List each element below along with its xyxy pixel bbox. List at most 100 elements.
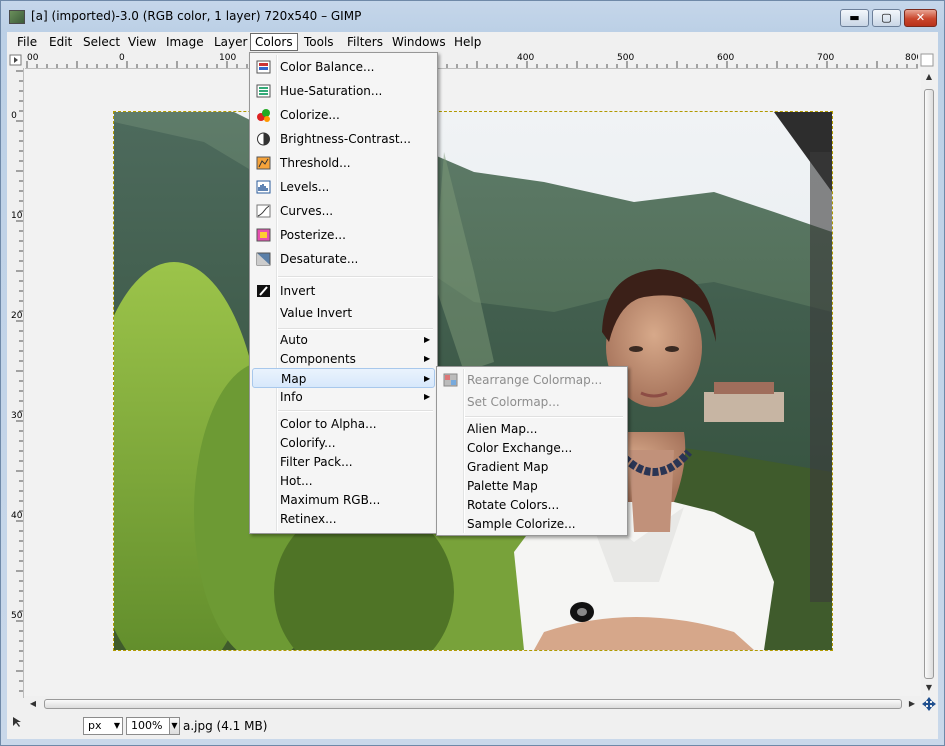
minimize-button[interactable]: ▬ <box>840 9 869 27</box>
menu-item-label: Palette Map <box>467 479 538 493</box>
menu-item-label: Gradient Map <box>467 460 549 474</box>
submenu-arrow-icon: ▶ <box>424 392 431 401</box>
menu-item-value-invert[interactable]: Value Invert <box>252 303 435 323</box>
pointer-icon[interactable] <box>11 716 23 728</box>
menu-item-components[interactable]: Components ▶ <box>252 349 435 369</box>
menu-item-invert[interactable]: Invert <box>252 281 435 301</box>
menu-item-label: Value Invert <box>280 306 353 320</box>
menu-layer[interactable]: Layer <box>210 34 251 50</box>
menu-windows[interactable]: Windows <box>388 34 450 50</box>
menu-help[interactable]: Help <box>450 34 485 50</box>
menu-image[interactable]: Image <box>162 34 208 50</box>
menu-item-color-exchange[interactable]: Color Exchange... <box>439 438 625 458</box>
menu-bar: File Edit Select View Image Layer Colors… <box>7 32 938 53</box>
window-title: [a] (imported)-3.0 (RGB color, 1 layer) … <box>31 9 362 23</box>
menu-item-alien-map[interactable]: Alien Map... <box>439 419 625 439</box>
scroll-left-arrow-icon[interactable]: ◀ <box>27 699 39 708</box>
menu-select[interactable]: Select <box>79 34 124 50</box>
menu-item-colorify[interactable]: Colorify... <box>252 433 435 453</box>
ruler-h-label: 600 <box>717 53 735 63</box>
hue-saturation-icon <box>256 84 271 98</box>
menu-item-color-to-alpha[interactable]: Color to Alpha... <box>252 414 435 434</box>
menu-view[interactable]: View <box>124 34 160 50</box>
menu-item-curves[interactable]: Curves... <box>252 201 435 221</box>
ruler-h-label: 500 <box>617 53 635 63</box>
scroll-down-arrow-icon[interactable]: ▼ <box>923 683 935 692</box>
menu-item-info[interactable]: Info ▶ <box>252 387 435 407</box>
threshold-icon <box>256 156 271 170</box>
vertical-scrollbar[interactable]: ▲ ▼ <box>921 69 937 698</box>
menu-item-map[interactable]: Map ▶ <box>252 368 435 388</box>
title-bar[interactable]: [a] (imported)-3.0 (RGB color, 1 layer) … <box>1 1 944 31</box>
ruler-v-label: 400 <box>11 511 23 521</box>
menu-item-label: Color Exchange... <box>467 441 573 455</box>
menu-item-set-colormap: Set Colormap... <box>439 392 625 412</box>
colormap-icon <box>443 373 458 387</box>
menu-item-label: Retinex... <box>280 512 337 526</box>
invert-icon <box>257 285 270 297</box>
menu-item-brightness-contrast[interactable]: Brightness-Contrast... <box>252 129 435 149</box>
menu-edit[interactable]: Edit <box>45 34 76 50</box>
menu-item-filter-pack[interactable]: Filter Pack... <box>252 452 435 472</box>
menu-item-hue-saturation[interactable]: Hue-Saturation... <box>252 81 435 101</box>
menu-file[interactable]: File <box>13 34 41 50</box>
menu-separator <box>465 416 623 418</box>
ruler-v-label: 300 <box>11 411 23 421</box>
brightness-contrast-icon <box>257 132 270 146</box>
horizontal-scroll-thumb[interactable] <box>44 699 902 709</box>
menu-item-levels[interactable]: Levels... <box>252 177 435 197</box>
menu-item-maximum-rgb[interactable]: Maximum RGB... <box>252 490 435 510</box>
status-bar: px ▼ 100% ▼ a.jpg (4.1 MB) <box>7 713 938 739</box>
menu-filters[interactable]: Filters <box>343 34 387 50</box>
menu-item-label: Components <box>280 352 356 366</box>
menu-item-sample-colorize[interactable]: Sample Colorize... <box>439 514 625 534</box>
menu-item-label: Map <box>281 372 307 386</box>
levels-icon <box>256 180 271 194</box>
menu-item-colorize[interactable]: Colorize... <box>252 105 435 125</box>
scroll-up-arrow-icon[interactable]: ▲ <box>923 72 935 81</box>
vertical-ruler[interactable]: 0 100 200 300 400 500 <box>7 68 24 698</box>
maximize-button[interactable]: ▢ <box>872 9 901 27</box>
horizontal-ruler[interactable]: 00 0 100 400 500 600 700 800 <box>25 52 918 69</box>
menu-item-label: Brightness-Contrast... <box>280 132 411 146</box>
units-combo[interactable]: px ▼ <box>83 717 123 735</box>
zoom-value[interactable]: 100% <box>131 719 162 732</box>
quick-mask-arrow-icon[interactable] <box>9 53 23 67</box>
navigation-move-icon[interactable] <box>922 697 936 711</box>
menu-item-palette-map[interactable]: Palette Map <box>439 476 625 496</box>
menu-colors[interactable]: Colors <box>250 33 298 51</box>
menu-item-gradient-map[interactable]: Gradient Map <box>439 457 625 477</box>
close-button[interactable]: ✕ <box>904 9 937 27</box>
scroll-right-arrow-icon[interactable]: ▶ <box>906 699 918 708</box>
ruler-v-label: 100 <box>11 211 23 221</box>
minimize-icon: ▬ <box>849 11 860 24</box>
ruler-h-label: 100 <box>219 53 237 63</box>
map-submenu: Rearrange Colormap... Set Colormap... Al… <box>436 366 628 536</box>
menu-item-label: Alien Map... <box>467 422 538 436</box>
menu-item-retinex[interactable]: Retinex... <box>252 509 435 529</box>
navigate-icon[interactable] <box>920 53 934 67</box>
ruler-h-label: 0 <box>119 53 125 63</box>
menu-item-hot[interactable]: Hot... <box>252 471 435 491</box>
menu-item-auto[interactable]: Auto ▶ <box>252 330 435 350</box>
colorize-icon <box>257 109 270 122</box>
menu-item-rearrange-colormap: Rearrange Colormap... <box>439 370 625 390</box>
ruler-v-label: 500 <box>11 611 23 621</box>
menu-item-label: Curves... <box>280 204 334 218</box>
menu-tools[interactable]: Tools <box>300 34 338 50</box>
menu-item-posterize[interactable]: Posterize... <box>252 225 435 245</box>
menu-item-desaturate[interactable]: Desaturate... <box>252 249 435 269</box>
menu-item-label: Auto <box>280 333 308 347</box>
horizontal-scrollbar[interactable]: ◀ ▶ <box>24 696 921 712</box>
menu-item-color-balance[interactable]: Color Balance... <box>252 57 435 77</box>
menu-item-rotate-colors[interactable]: Rotate Colors... <box>439 495 625 515</box>
menu-item-label: Threshold... <box>280 156 351 170</box>
close-icon: ✕ <box>915 11 926 24</box>
units-value: px <box>88 719 102 732</box>
vertical-scroll-thumb[interactable] <box>924 89 934 679</box>
menu-item-threshold[interactable]: Threshold... <box>252 153 435 173</box>
gimp-app-icon <box>9 10 25 24</box>
menu-item-label: Info <box>280 390 303 404</box>
menu-item-label: Colorify... <box>280 436 336 450</box>
zoom-dropdown-icon[interactable]: ▼ <box>169 717 180 735</box>
